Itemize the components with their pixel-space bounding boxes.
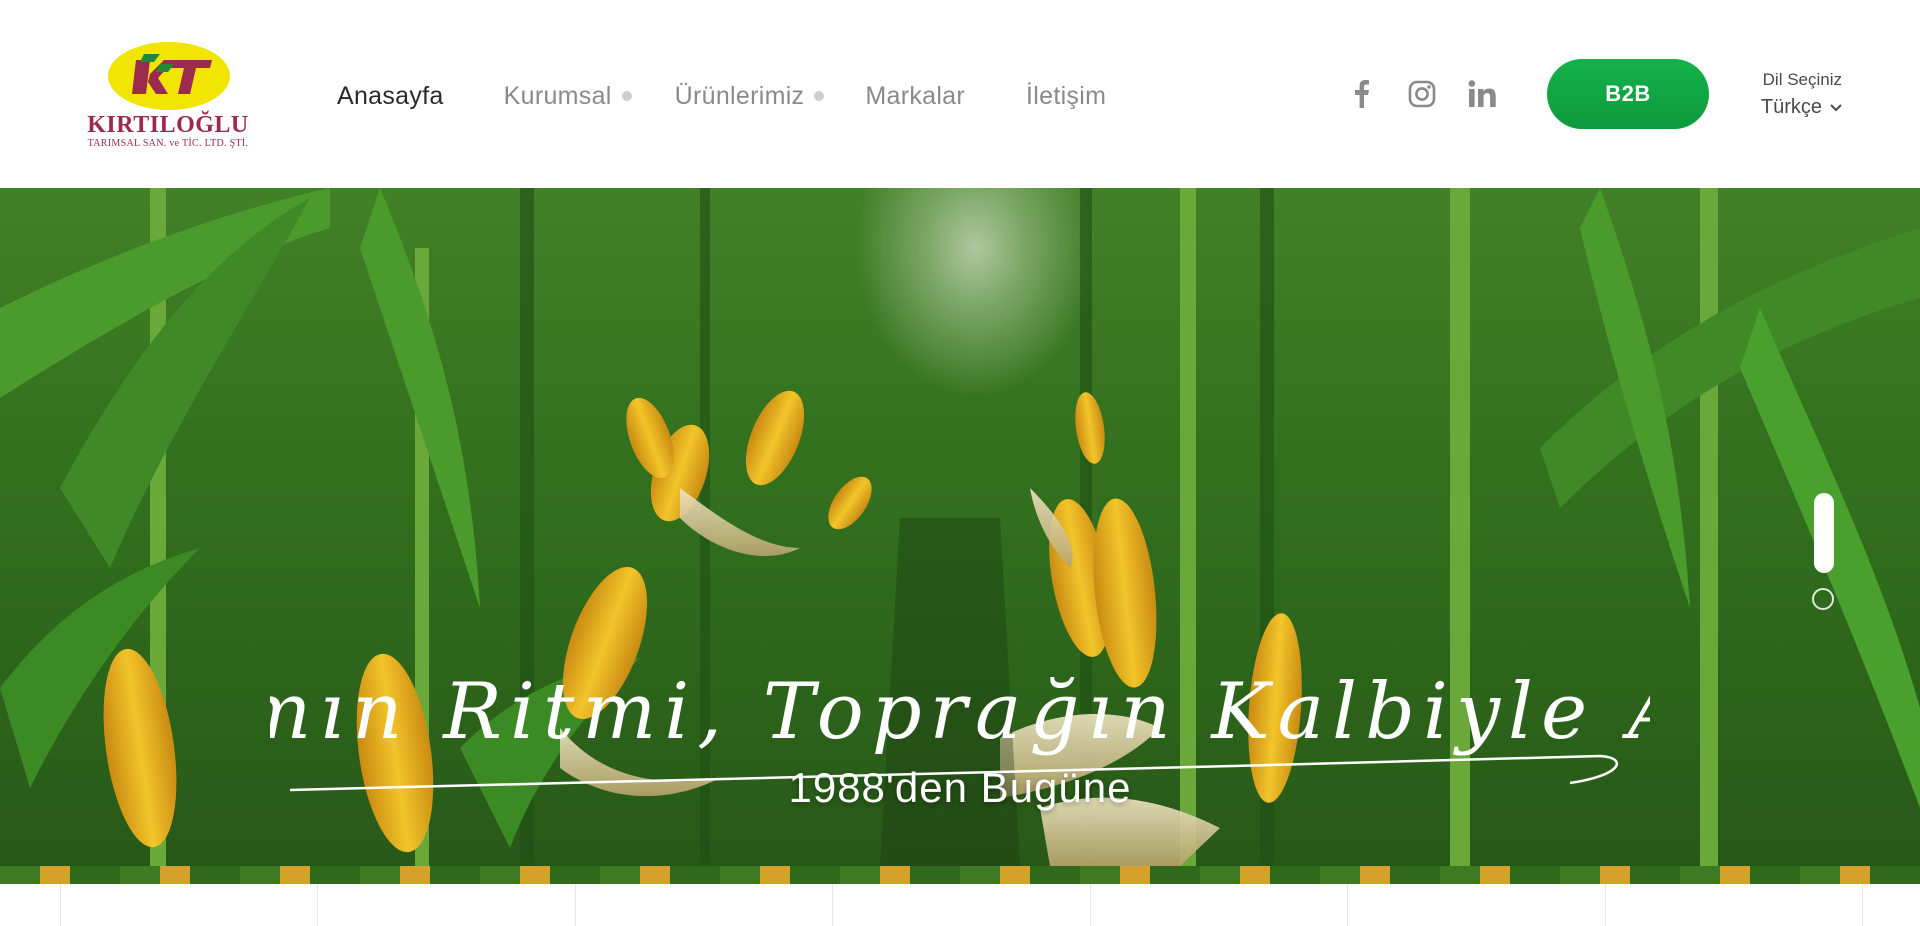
nav-item-label: İletişim [1026, 81, 1107, 110]
instagram-icon[interactable] [1406, 76, 1438, 112]
nav-item-anasayfa[interactable]: Anasayfa [337, 82, 444, 111]
hero-bottom-strip [0, 866, 1920, 884]
card-divider [1347, 884, 1348, 926]
nav-item-label: Markalar [865, 81, 966, 110]
slider-pagination-dot[interactable] [1812, 588, 1834, 610]
chevron-down-icon [1830, 103, 1842, 111]
nav-item-iletisim[interactable]: İletişim [1026, 82, 1106, 111]
card-divider [1090, 884, 1091, 926]
logo-subtitle: TARIMSAL SAN. ve TİC. LTD. ŞTİ. [87, 138, 249, 149]
main-nav: Anasayfa Kurumsal Ürünlerimiz Markalar İ… [337, 76, 1106, 116]
card-divider [1862, 884, 1863, 926]
logo-name: KIRTILOĞLU [87, 112, 249, 138]
hero-slider: Tarımın Ritmi, Toprağın Kalbiyle Atar! 1… [0, 188, 1920, 866]
nav-item-label: Ürünlerimiz [674, 81, 805, 110]
submenu-dot-icon [814, 91, 825, 101]
language-selector: Dil Seçiniz Türkçe [1738, 70, 1842, 119]
slogan-text: Tarımın Ritmi, Toprağın Kalbiyle Atar! [270, 667, 1650, 757]
b2b-button[interactable]: B2B [1547, 59, 1709, 129]
language-dropdown[interactable]: Türkçe [1738, 96, 1842, 119]
hero-since: 1988'den Bugüne [788, 764, 1132, 811]
language-label: Dil Seçiniz [1762, 70, 1842, 89]
cards-row [0, 884, 1920, 926]
submenu-dot-icon [621, 91, 632, 101]
nav-item-label: Kurumsal [503, 81, 612, 110]
slider-pagination-active[interactable] [1814, 493, 1834, 573]
company-logo[interactable]: KIRTILOĞLU TARIMSAL SAN. ve TİC. LTD. ŞT… [78, 42, 258, 152]
card-divider [317, 884, 318, 926]
card-divider [1605, 884, 1606, 926]
card-divider [832, 884, 833, 926]
card-divider [575, 884, 576, 926]
facebook-icon[interactable] [1350, 76, 1374, 112]
language-selected: Türkçe [1760, 96, 1822, 118]
nav-item-urunlerimiz[interactable]: Ürünlerimiz [675, 82, 825, 111]
site-header: KIRTILOĞLU TARIMSAL SAN. ve TİC. LTD. ŞT… [0, 0, 1920, 188]
logo-kt-mark [132, 54, 212, 94]
nav-item-markalar[interactable]: Markalar [865, 82, 965, 111]
nav-item-label: Anasayfa [337, 81, 444, 110]
nav-item-kurumsal[interactable]: Kurumsal [504, 82, 632, 111]
linkedin-icon[interactable] [1466, 76, 1498, 112]
card-divider [60, 884, 61, 926]
